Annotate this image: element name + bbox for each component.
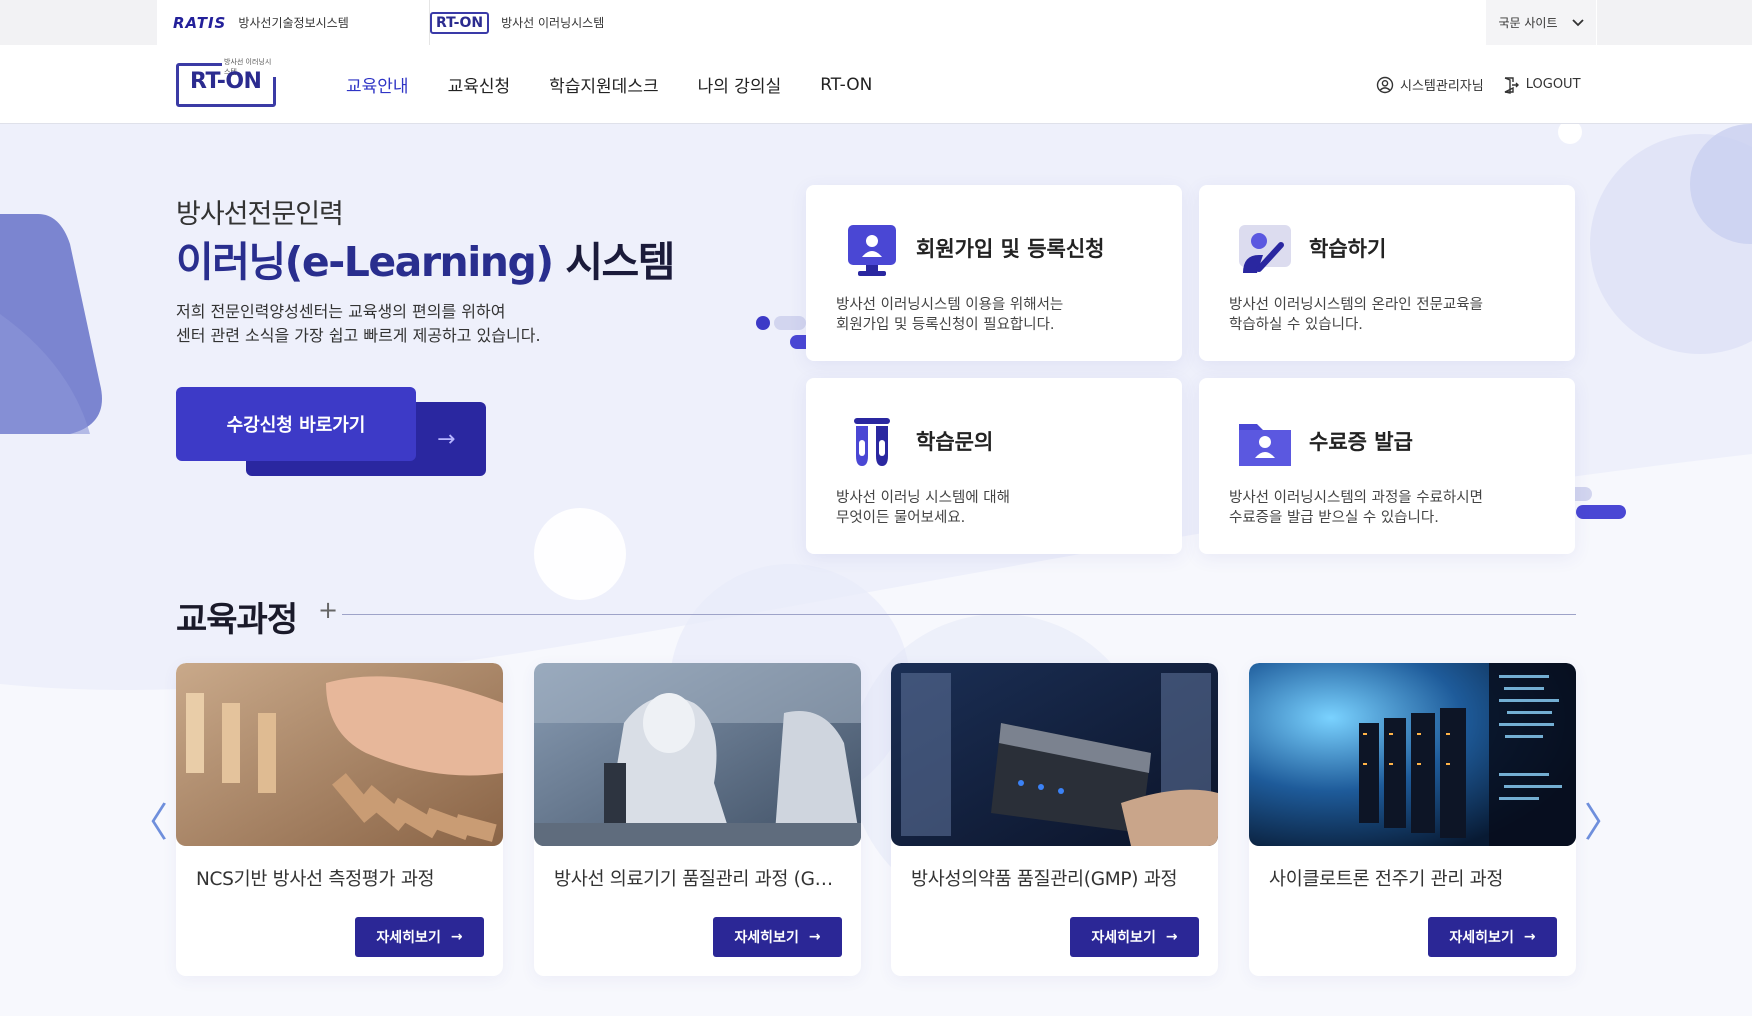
feature-desc-line: 무엇이든 물어보세요. [836, 510, 966, 526]
course-detail-label: 자세히보기 [1449, 930, 1514, 946]
course-detail-button[interactable]: 자세히보기 → [713, 917, 842, 957]
language-label: 국문 사이트 [1498, 16, 1558, 30]
carousel-next-button[interactable]: 〉 [1584, 790, 1624, 848]
course-detail-label: 자세히보기 [734, 930, 799, 946]
user-circle-icon [1376, 76, 1394, 93]
course-card[interactable]: 방사성의약품 품질관리(GMP) 과정 자세히보기 → [891, 663, 1218, 976]
hero-desc-line1: 저희 전문인력양성센터는 교육생의 편의를 위하여 [176, 302, 506, 321]
top-utility-bar: RATIS 방사선기술정보시스템 RT-ON 방사선 이러닝시스템 국문 사이트 [0, 0, 1752, 45]
feature-card-certificate[interactable]: 수료증 발급 방사선 이러닝시스템의 과정을 수료하시면 수료증을 발급 받으실… [1199, 378, 1575, 554]
nav-item-rton[interactable]: RT-ON [820, 75, 872, 95]
user-name: 시스템관리자님 [1400, 79, 1484, 94]
arrow-right-icon: → [808, 929, 821, 945]
rton-site-link[interactable]: RT-ON 방사선 이러닝시스템 [429, 0, 604, 45]
course-image-dominoes [176, 663, 503, 846]
language-select[interactable]: 국문 사이트 [1486, 0, 1596, 45]
feature-title: 수료증 발급 [1309, 430, 1413, 454]
user-profile-link[interactable]: 시스템관리자님 [1376, 75, 1484, 94]
top-utility-inner [157, 0, 1597, 45]
test-tube-icon [854, 418, 890, 466]
arrow-right-icon: → [1165, 929, 1178, 945]
hero-description: 저희 전문인력양성센터는 교육생의 편의를 위하여 센터 관련 소식을 가장 쉽… [176, 300, 541, 348]
section-divider [342, 614, 1576, 615]
feature-desc-line: 수료증을 발급 받으실 수 있습니다. [1229, 510, 1439, 526]
arrow-right-icon: → [450, 929, 463, 945]
rton-small-logo: RT-ON [430, 11, 490, 34]
course-detail-label: 자세히보기 [376, 930, 441, 946]
ratis-logo: RATIS [173, 13, 227, 32]
course-detail-label: 자세히보기 [1091, 930, 1156, 946]
feature-desc-line: 회원가입 및 등록신청이 필요합니다. [836, 317, 1055, 333]
feature-desc-line: 방사선 이러닝시스템 이용을 위해서는 [836, 297, 1064, 313]
feature-card-signup[interactable]: 회원가입 및 등록신청 방사선 이러닝시스템 이용을 위해서는 회원가입 및 등… [806, 185, 1182, 361]
rton-site-label: 방사선 이러닝시스템 [501, 16, 605, 30]
course-name: NCS기반 방사선 측정평가 과정 [196, 869, 435, 890]
nav-item-support-desk[interactable]: 학습지원데스크 [549, 72, 658, 97]
course-name: 방사성의약품 품질관리(GMP) 과정 [911, 869, 1178, 890]
course-name: 사이클로트론 전주기 관리 과정 [1269, 869, 1504, 890]
course-name: 방사선 의료기기 품질관리 과정 (GMP) [554, 869, 844, 890]
course-image-lab [534, 663, 861, 846]
nav-item-edu-info[interactable]: 교육안내 [346, 72, 409, 97]
logout-button[interactable]: LOGOUT [1502, 76, 1581, 94]
course-detail-button[interactable]: 자세히보기 → [355, 917, 484, 957]
feature-desc-line: 방사선 이러닝시스템의 온라인 전문교육을 [1229, 297, 1483, 313]
feature-desc-line: 학습하실 수 있습니다. [1229, 317, 1363, 333]
main-header: 방사선 이러닝시스템 RT-ON 교육안내 교육신청 학습지원데스크 나의 강의… [0, 45, 1752, 124]
user-area: 시스템관리자님 LOGOUT [1376, 45, 1581, 124]
hero-subtitle: 방사선전문인력 [176, 199, 344, 230]
feature-desc: 방사선 이러닝 시스템에 대해 무엇이든 물어보세요. [836, 488, 1166, 528]
deco-pill [1576, 505, 1626, 519]
hero-title-accent: 이러닝(e-Learning) [176, 238, 554, 286]
courses-more-plus[interactable]: + [318, 596, 338, 624]
learning-user-icon [1239, 225, 1291, 273]
feature-desc-line: 방사선 이러닝시스템의 과정을 수료하시면 [1229, 490, 1483, 506]
ratis-site-link[interactable]: RATIS 방사선기술정보시스템 [173, 0, 349, 45]
hero-desc-line2: 센터 관련 소식을 가장 쉽고 빠르게 제공하고 있습니다. [176, 326, 541, 345]
logout-label: LOGOUT [1525, 77, 1581, 92]
feature-desc: 방사선 이러닝시스템의 과정을 수료하시면 수료증을 발급 받으실 수 있습니다… [1229, 488, 1559, 528]
feature-title: 학습하기 [1309, 237, 1387, 261]
main-nav: 교육안내 교육신청 학습지원데스크 나의 강의실 RT-ON [346, 45, 872, 124]
feature-card-inquiry[interactable]: 학습문의 방사선 이러닝 시스템에 대해 무엇이든 물어보세요. [806, 378, 1182, 554]
nav-item-my-classroom[interactable]: 나의 강의실 [698, 72, 782, 97]
ratis-site-label: 방사선기술정보시스템 [238, 16, 349, 30]
feature-title: 학습문의 [916, 430, 994, 454]
cta-arrow-icon[interactable]: → [437, 427, 455, 452]
monitor-user-icon [848, 225, 896, 276]
course-card[interactable]: 사이클로트론 전주기 관리 과정 자세히보기 → [1249, 663, 1576, 976]
course-card[interactable]: NCS기반 방사선 측정평가 과정 자세히보기 → [176, 663, 503, 976]
apply-shortcut-button[interactable]: 수강신청 바로가기 [176, 387, 416, 461]
hero-title: 이러닝(e-Learning) 시스템 [176, 228, 676, 288]
feature-desc: 방사선 이러닝시스템의 온라인 전문교육을 학습하실 수 있습니다. [1229, 295, 1559, 335]
logout-icon [1504, 76, 1519, 94]
chevron-down-icon [1571, 18, 1584, 26]
feature-desc: 방사선 이러닝시스템 이용을 위해서는 회원가입 및 등록신청이 필요합니다. [836, 295, 1166, 335]
rton-logo[interactable]: 방사선 이러닝시스템 RT-ON [176, 57, 276, 111]
deco-pill [774, 316, 806, 330]
course-card[interactable]: 방사선 의료기기 품질관리 과정 (GMP) 자세히보기 → [534, 663, 861, 976]
course-detail-button[interactable]: 자세히보기 → [1428, 917, 1557, 957]
logo-text: RT-ON [190, 69, 262, 94]
folder-user-icon [1239, 424, 1291, 466]
feature-desc-line: 방사선 이러닝 시스템에 대해 [836, 490, 1010, 506]
hero-title-rest: 시스템 [552, 238, 675, 286]
course-image-datacenter [1249, 663, 1576, 846]
feature-card-learning[interactable]: 학습하기 방사선 이러닝시스템의 온라인 전문교육을 학습하실 수 있습니다. [1199, 185, 1575, 361]
courses-section-title: 교육과정 [176, 600, 298, 640]
course-detail-button[interactable]: 자세히보기 → [1070, 917, 1199, 957]
nav-item-edu-apply[interactable]: 교육신청 [448, 72, 511, 97]
arrow-right-icon: → [1523, 929, 1536, 945]
deco-dot [756, 316, 770, 330]
course-image-server [891, 663, 1218, 846]
feature-title: 회원가입 및 등록신청 [916, 237, 1105, 261]
carousel-prev-button[interactable]: 〈 [128, 790, 168, 848]
